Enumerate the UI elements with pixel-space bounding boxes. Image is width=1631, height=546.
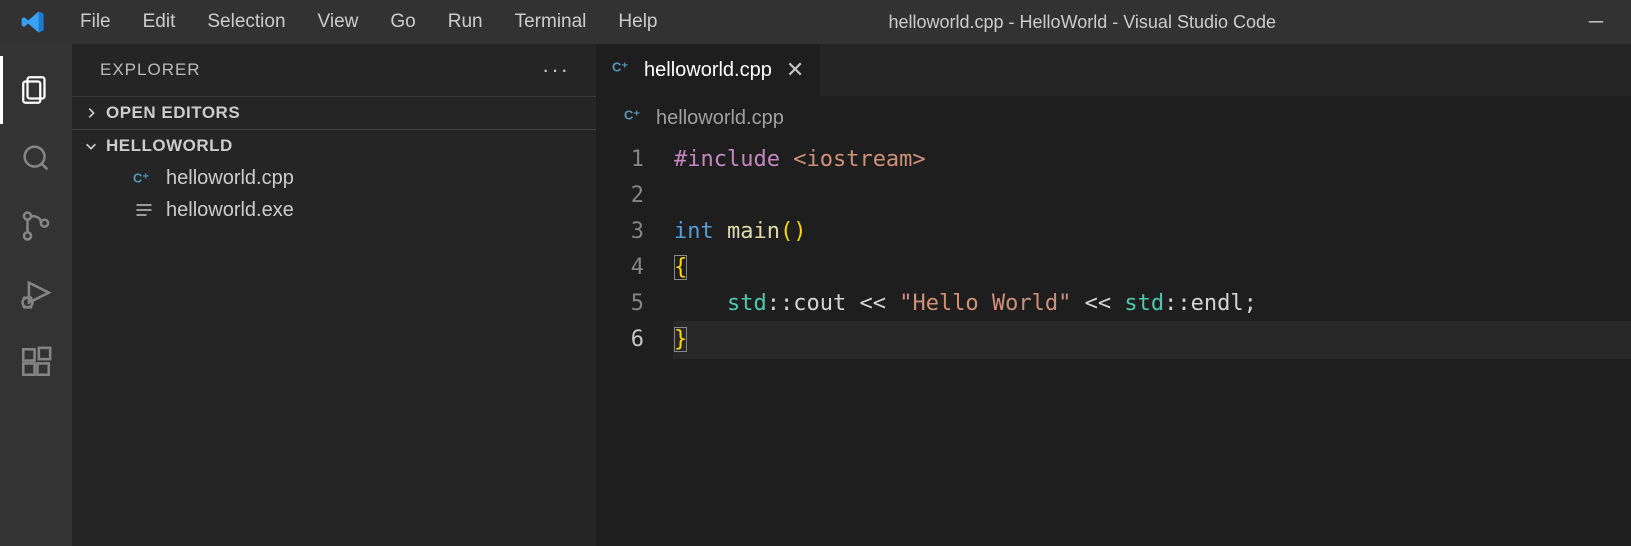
explorer-sidebar: EXPLORER ··· OPEN EDITORS HELLOWORLD C⁺ …	[72, 44, 596, 546]
file-name-cpp: helloworld.cpp	[166, 167, 294, 190]
file-item-cpp[interactable]: C⁺ helloworld.cpp	[72, 162, 596, 194]
cpp-file-icon: C⁺	[624, 104, 646, 132]
menu-go[interactable]: Go	[376, 5, 429, 39]
menu-help[interactable]: Help	[604, 5, 671, 39]
open-editors-label: OPEN EDITORS	[106, 103, 240, 123]
window-minimize-button[interactable]: ─	[1573, 0, 1619, 44]
activity-explorer-icon[interactable]	[0, 56, 72, 124]
activity-search-icon[interactable]	[0, 124, 72, 192]
svg-text:C⁺: C⁺	[624, 108, 640, 123]
breadcrumb[interactable]: C⁺ helloworld.cpp	[596, 96, 1631, 142]
section-open-editors[interactable]: OPEN EDITORS	[72, 96, 596, 129]
code-lines[interactable]: #include <iostream> int main() { std::co…	[674, 142, 1631, 358]
window-title: helloworld.cpp - HelloWorld - Visual Stu…	[676, 12, 1570, 33]
activity-extensions-icon[interactable]	[0, 328, 72, 396]
menu-view[interactable]: View	[304, 5, 373, 39]
file-name-exe: helloworld.exe	[166, 199, 294, 222]
menu-terminal[interactable]: Terminal	[501, 5, 601, 39]
svg-text:C⁺: C⁺	[133, 171, 149, 186]
activity-run-debug-icon[interactable]	[0, 260, 72, 328]
vscode-logo-icon	[20, 9, 46, 35]
section-workspace[interactable]: HELLOWORLD	[72, 129, 596, 162]
editor-tabs: C⁺ helloworld.cpp ✕	[596, 44, 1631, 96]
title-bar: File Edit Selection View Go Run Terminal…	[0, 0, 1631, 44]
tab-close-button[interactable]: ✕	[786, 57, 804, 83]
code-editor[interactable]: 1 2 3 4 5 6 #include <iostream> int main…	[596, 142, 1631, 358]
menu-edit[interactable]: Edit	[129, 5, 190, 39]
editor-column: C⁺ helloworld.cpp ✕ C⁺ helloworld.cpp 1 …	[596, 44, 1631, 546]
menu-selection[interactable]: Selection	[193, 5, 299, 39]
activity-source-control-icon[interactable]	[0, 192, 72, 260]
svg-text:C⁺: C⁺	[612, 60, 628, 75]
sidebar-title: EXPLORER	[100, 60, 201, 80]
exe-file-icon	[132, 198, 156, 222]
tab-helloworld-cpp[interactable]: C⁺ helloworld.cpp ✕	[596, 44, 821, 96]
workspace-label: HELLOWORLD	[106, 136, 233, 156]
menu-run[interactable]: Run	[434, 5, 497, 39]
file-item-exe[interactable]: helloworld.exe	[72, 194, 596, 226]
menu-file[interactable]: File	[66, 5, 125, 39]
sidebar-more-button[interactable]: ···	[542, 57, 580, 83]
activity-bar	[0, 44, 72, 546]
cpp-file-icon: C⁺	[612, 56, 634, 84]
line-number-gutter: 1 2 3 4 5 6	[600, 142, 674, 358]
breadcrumb-file: helloworld.cpp	[656, 107, 784, 130]
tab-label: helloworld.cpp	[644, 59, 772, 82]
chevron-right-icon	[82, 106, 100, 120]
cpp-file-icon: C⁺	[132, 166, 156, 190]
chevron-down-icon	[82, 139, 100, 153]
